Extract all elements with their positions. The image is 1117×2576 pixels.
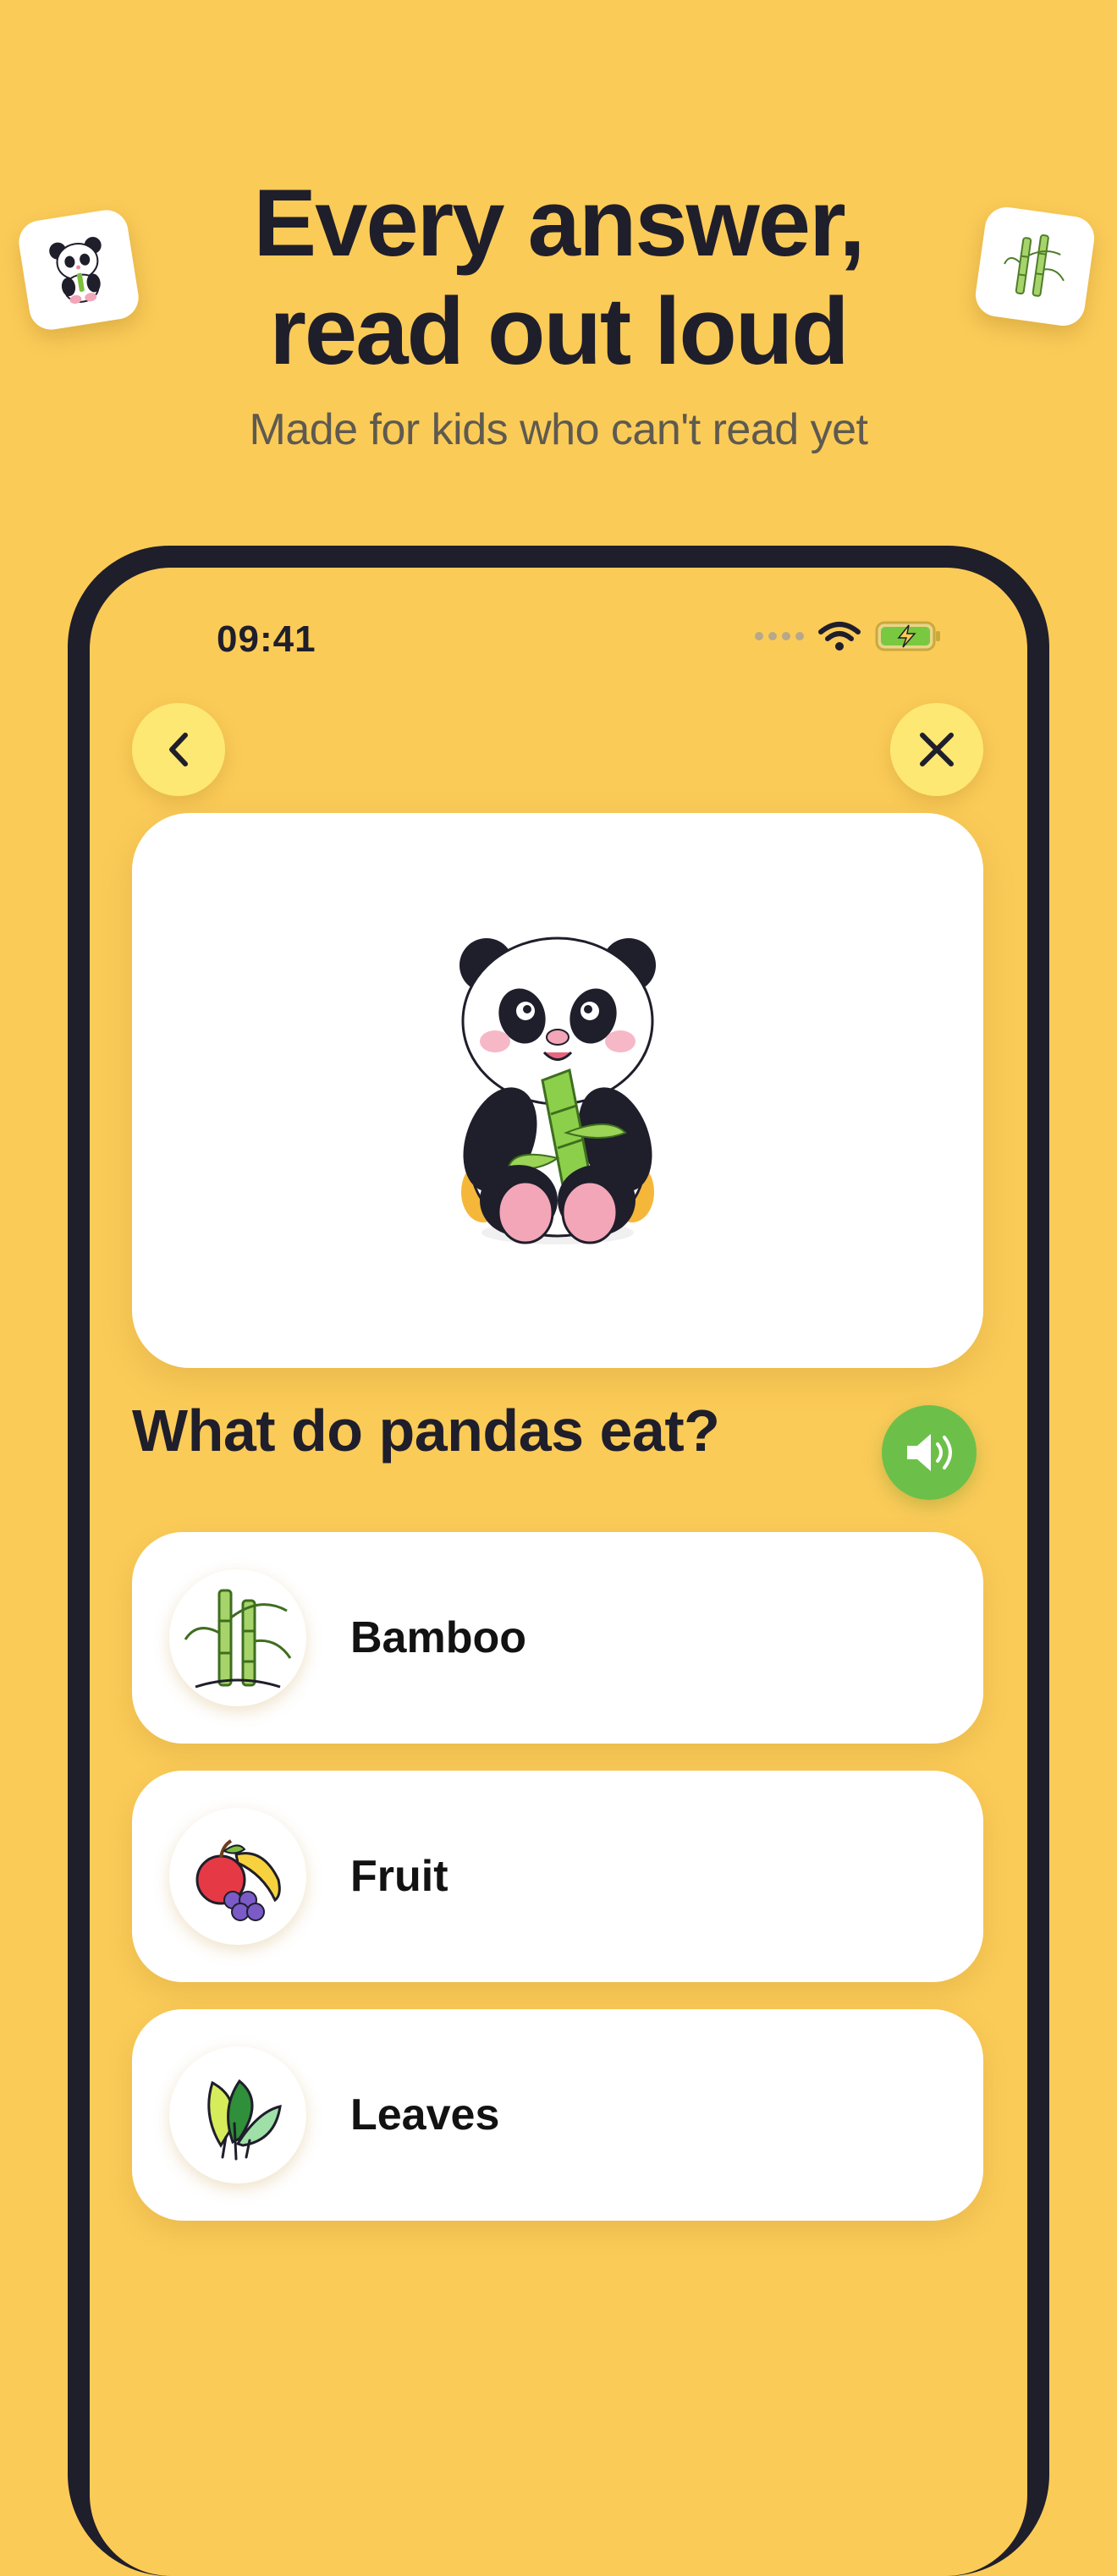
promo-subtitle: Made for kids who can't read yet	[249, 405, 868, 454]
panda-sticker-card	[15, 206, 142, 333]
answer-label: Bamboo	[350, 1613, 526, 1662]
answer-option-bamboo[interactable]: Bamboo	[132, 1532, 983, 1744]
signal-dots-icon	[755, 632, 804, 640]
answer-thumb	[169, 2046, 306, 2183]
speaker-icon	[907, 1434, 952, 1471]
close-icon	[920, 733, 954, 766]
answer-option-fruit[interactable]: Fruit	[132, 1771, 983, 1982]
bamboo-icon	[184, 1589, 292, 1689]
answer-thumb	[169, 1569, 306, 1706]
phone-screen: 09:41 What do pandas eat? Bamboo Fruit L…	[90, 568, 1027, 2576]
status-icons	[755, 620, 943, 652]
promo-headline: Every answer, read out loud	[0, 169, 1117, 386]
back-button[interactable]	[132, 703, 225, 796]
panda-icon	[49, 237, 102, 305]
status-time: 09:41	[217, 618, 316, 660]
battery-charging-icon	[875, 621, 940, 651]
read-aloud-button[interactable]	[882, 1405, 977, 1500]
phone-frame: 09:41 What do pandas eat? Bamboo Fruit L…	[68, 546, 1049, 2576]
headline-line-1: Every answer,	[253, 170, 865, 276]
panda-eating-bamboo-illustration	[459, 936, 656, 1244]
answer-label: Fruit	[350, 1852, 448, 1901]
answer-option-leaves[interactable]: Leaves	[132, 2009, 983, 2221]
answer-thumb	[169, 1808, 306, 1945]
question-image-card	[132, 813, 983, 1368]
headline-line-2: read out loud	[269, 278, 849, 384]
leaves-icon	[207, 2079, 282, 2161]
question-text: What do pandas eat?	[132, 1398, 720, 1464]
bamboo-icon	[1004, 234, 1065, 297]
wifi-icon	[818, 622, 861, 651]
answer-label: Leaves	[350, 2090, 500, 2139]
bamboo-sticker-card	[972, 204, 1098, 329]
close-button[interactable]	[890, 703, 983, 796]
chevron-left-icon	[169, 733, 188, 766]
fruit-icon	[195, 1839, 281, 1921]
